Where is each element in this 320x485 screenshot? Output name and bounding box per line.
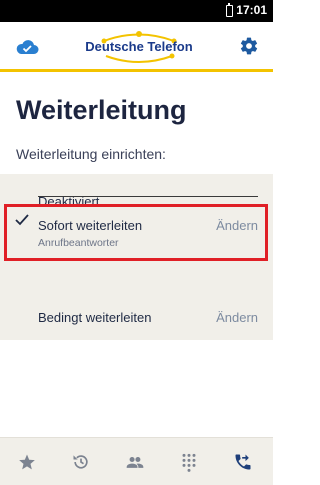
divider — [38, 196, 258, 197]
call-forward-icon[interactable] — [233, 452, 253, 472]
brand-logo: Deutsche Telefon — [84, 28, 194, 68]
app-bar: Deutsche Telefon — [0, 22, 273, 72]
option-label: Bedingt weiterleiten — [38, 310, 152, 325]
gear-icon[interactable] — [239, 36, 259, 56]
cloud-icon[interactable] — [15, 37, 39, 57]
page-title: Weiterleitung — [16, 95, 187, 125]
change-button[interactable]: Ändern — [216, 310, 258, 325]
bottom-nav — [0, 437, 273, 485]
option-bedingt-weiterleiten[interactable]: Bedingt weiterleiten Ändern — [0, 308, 273, 338]
selected-highlight — [4, 204, 268, 261]
brand-name: Deutsche Telefon — [85, 39, 193, 54]
status-time: 17:01 — [236, 3, 267, 17]
page-subtitle: Weiterleitung einrichten: — [16, 146, 166, 162]
contacts-icon[interactable] — [125, 452, 145, 472]
dialpad-icon[interactable] — [179, 452, 199, 472]
star-icon[interactable] — [17, 452, 37, 472]
battery-icon — [226, 3, 233, 17]
status-bar: 17:01 — [0, 0, 273, 22]
history-icon[interactable] — [71, 452, 91, 472]
